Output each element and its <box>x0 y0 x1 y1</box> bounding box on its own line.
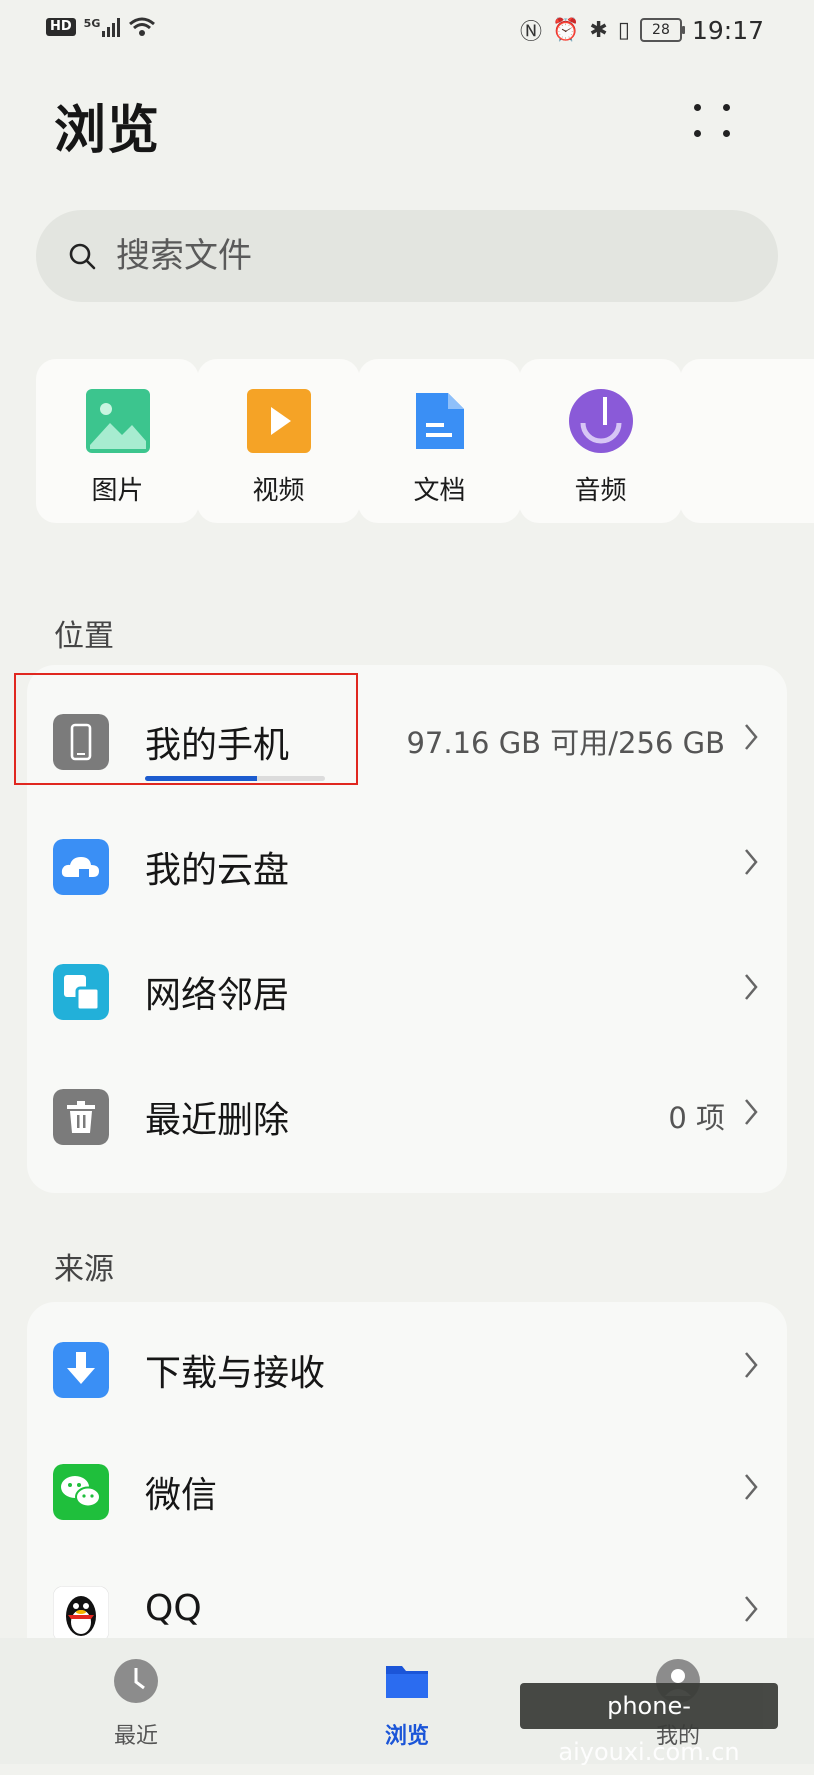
cloud-icon <box>53 839 109 895</box>
clock-icon <box>114 1659 158 1703</box>
source-downloads[interactable]: 下载与接收 <box>27 1320 787 1420</box>
network-icon <box>53 964 109 1020</box>
chevron-right-icon <box>745 849 758 875</box>
search-input[interactable] <box>114 235 678 277</box>
watermark: phone-aiyouxi.com.cn <box>520 1683 778 1766</box>
source-label: QQ <box>145 1588 202 1629</box>
category-videos[interactable]: 视频 <box>197 359 360 523</box>
image-icon <box>85 389 150 453</box>
chevron-right-icon <box>745 1099 758 1125</box>
chevron-right-icon <box>745 724 758 750</box>
source-label: 微信 <box>145 1475 218 1516</box>
wifi-icon <box>129 17 156 36</box>
chevron-right-icon <box>745 1474 758 1500</box>
video-icon <box>246 389 311 453</box>
nav-recent[interactable]: 最近 <box>76 1658 196 1750</box>
download-icon <box>53 1342 109 1398</box>
sources-card: 下载与接收 微信 QQ <box>27 1302 787 1682</box>
qq-icon <box>53 1586 109 1642</box>
search-bar[interactable] <box>36 210 778 302</box>
nav-browse[interactable]: 浏览 <box>347 1658 467 1750</box>
folder-icon <box>386 1666 428 1698</box>
trash-icon <box>53 1089 109 1145</box>
bluetooth-icon: ✱ <box>589 17 608 43</box>
chevron-right-icon <box>745 1596 758 1622</box>
category-images[interactable]: 图片 <box>36 359 199 523</box>
page-title: 浏览 <box>54 101 161 161</box>
chevron-right-icon <box>745 1352 758 1378</box>
location-label: 我的云盘 <box>145 850 290 891</box>
vibrate-icon: ▯ <box>617 17 630 43</box>
document-icon <box>415 393 464 449</box>
location-label: 网络邻居 <box>145 975 290 1016</box>
search-icon <box>69 243 96 270</box>
wechat-icon <box>53 1464 109 1520</box>
hd-indicator: HD <box>46 18 76 36</box>
clock-time: 19:17 <box>691 15 764 45</box>
section-title-sources: 来源 <box>54 1252 114 1287</box>
source-wechat[interactable]: 微信 <box>27 1442 787 1542</box>
battery-icon: 28 <box>639 18 685 42</box>
category-documents[interactable]: 文档 <box>358 359 521 523</box>
network-type: 5G <box>83 16 101 30</box>
more-dots-icon <box>694 104 701 111</box>
location-recently-deleted[interactable]: 最近删除 0 项 <box>27 1067 787 1167</box>
category-audio[interactable]: 音频 <box>519 359 682 523</box>
location-network-neighborhood[interactable]: 网络邻居 <box>27 942 787 1042</box>
category-tiles: 图片 视频 文档 音频 <box>36 359 814 523</box>
audio-icon <box>568 389 633 453</box>
section-title-locations: 位置 <box>54 619 114 654</box>
source-label: 下载与接收 <box>145 1353 326 1394</box>
highlight-box <box>14 673 358 785</box>
category-more[interactable] <box>680 359 814 523</box>
chevron-right-icon <box>745 974 758 1000</box>
location-my-cloud[interactable]: 我的云盘 <box>27 817 787 917</box>
deleted-count: 0 项 <box>668 1101 725 1135</box>
signal-icon <box>102 17 121 37</box>
nfc-icon: Ⓝ <box>519 20 542 45</box>
alarm-icon: ⏰ <box>552 17 580 43</box>
storage-value: 97.16 GB 可用/256 GB <box>406 726 725 760</box>
location-label: 最近删除 <box>145 1100 290 1141</box>
status-bar: HD 5G Ⓝ ⏰ ✱ ▯ 28 19:17 <box>0 0 814 62</box>
more-options-button[interactable] <box>690 100 736 146</box>
